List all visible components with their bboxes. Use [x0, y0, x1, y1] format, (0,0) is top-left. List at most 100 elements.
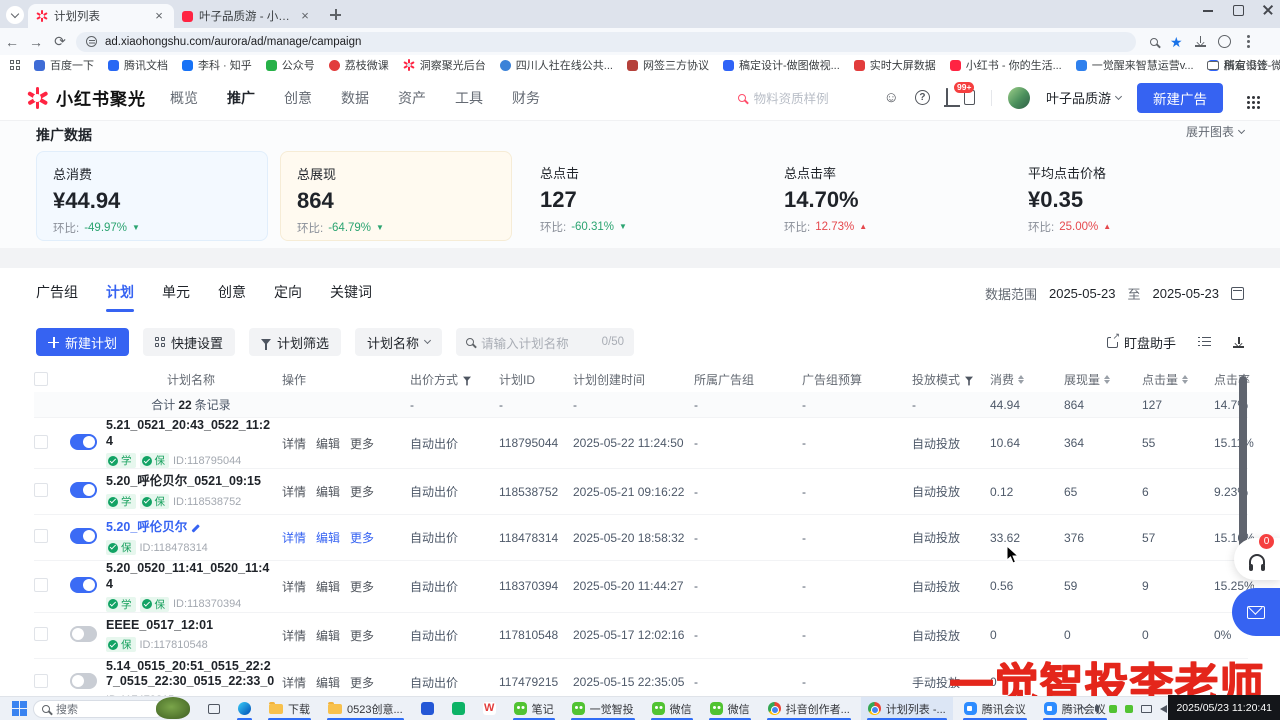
bookmark[interactable]: 公众号 [266, 57, 315, 73]
header-search[interactable]: 物料资质样例 [738, 88, 868, 107]
browser-tab-active[interactable]: 计划列表 × [28, 4, 174, 28]
quick-settings-button[interactable]: 快捷设置 [143, 328, 235, 356]
taskbar-edge[interactable] [231, 697, 258, 720]
action-edit[interactable]: 编辑 [316, 578, 340, 595]
profile-icon[interactable] [1218, 35, 1231, 48]
row-checkbox[interactable] [34, 483, 48, 497]
plan-name[interactable]: 5.20_呼伦贝尔_0521_09:15 [106, 474, 276, 490]
row-toggle-on[interactable] [70, 482, 97, 498]
row-checkbox[interactable] [34, 529, 48, 543]
col-bid[interactable]: 出价方式 [410, 371, 499, 388]
new-tab-button[interactable] [326, 5, 346, 25]
forward-button[interactable]: → [24, 34, 48, 50]
monitor-assistant-link[interactable]: 盯盘助手 [1107, 333, 1176, 352]
app-logo[interactable]: 小红书聚光 [26, 85, 146, 110]
download-icon[interactable] [1233, 337, 1244, 348]
back-button[interactable]: ← [0, 34, 24, 50]
microphone-icon[interactable] [1095, 705, 1099, 712]
filter-icon[interactable] [463, 377, 471, 382]
notification-bell-icon[interactable]: 99+ [946, 90, 948, 106]
row-toggle-off[interactable] [70, 626, 97, 642]
nav-assets[interactable]: 资产 [398, 88, 426, 108]
bookmark[interactable]: 百度一下 [34, 57, 94, 73]
sort-icon[interactable] [1182, 375, 1188, 384]
taskbar-clock[interactable]: 2025/05/23 11:20:41 [1168, 695, 1280, 720]
calendar-icon[interactable] [1231, 287, 1244, 300]
bookmark-star-icon[interactable]: ★ [1170, 35, 1183, 49]
sort-icon[interactable] [1018, 375, 1024, 384]
tab-close-icon[interactable]: × [298, 10, 312, 22]
feedback-smiley-icon[interactable]: ☺ [884, 90, 899, 106]
action-detail[interactable]: 详情 [282, 627, 306, 644]
taskbar-chrome-douyin[interactable]: 抖音创作者... [761, 697, 857, 720]
vertical-scrollbar[interactable] [1239, 376, 1247, 548]
account-menu[interactable]: 叶子品质游 [1046, 88, 1121, 107]
action-more[interactable]: 更多 [350, 483, 374, 500]
bookmark[interactable]: 实时大屏数据 [854, 57, 936, 73]
plan-name[interactable]: 5.21_0521_20:43_0522_11:24 [106, 418, 276, 449]
column-settings-icon[interactable] [1198, 337, 1211, 348]
bookmark[interactable]: 网签三方协议 [627, 57, 709, 73]
row-checkbox[interactable] [34, 578, 48, 592]
taskbar-wechat[interactable]: 微信 [703, 697, 757, 720]
all-bookmarks-button[interactable]: 所有书签 [1207, 57, 1268, 73]
row-checkbox[interactable] [34, 674, 48, 688]
message-button[interactable] [1232, 588, 1280, 636]
taskbar-folder[interactable]: 0523创意... [321, 697, 410, 720]
row-checkbox[interactable] [34, 435, 48, 449]
action-edit[interactable]: 编辑 [316, 483, 340, 500]
col-consume[interactable]: 消费 [990, 371, 1064, 388]
action-more[interactable]: 更多 [350, 627, 374, 644]
tab-keywords[interactable]: 关键词 [330, 282, 372, 312]
action-more[interactable]: 更多 [350, 578, 374, 595]
action-detail[interactable]: 详情 [282, 578, 306, 595]
tab-close-icon[interactable]: × [152, 10, 166, 22]
taskbar-chrome-active[interactable]: 计划列表 -... [861, 697, 953, 720]
volume-icon[interactable] [1160, 705, 1167, 713]
action-detail[interactable]: 详情 [282, 435, 306, 452]
tab-adgroup[interactable]: 广告组 [36, 282, 78, 312]
expand-chart-toggle[interactable]: 展开图表 [1186, 123, 1244, 140]
display-icon[interactable] [1141, 705, 1152, 713]
new-ad-button[interactable]: 新建广告 [1137, 83, 1223, 113]
action-detail[interactable]: 详情 [282, 674, 306, 691]
window-maximize-button[interactable] [1232, 4, 1244, 16]
taskbar-blue-app[interactable] [414, 697, 441, 720]
row-toggle-off[interactable] [70, 673, 97, 689]
date-from[interactable]: 2025-05-23 [1049, 286, 1116, 301]
wechat-tray-icon[interactable] [1125, 705, 1133, 713]
new-plan-button[interactable]: 新建计划 [36, 328, 129, 356]
taskbar-wechat-note[interactable]: 笔记 [507, 697, 561, 720]
taskbar-tencent-meeting[interactable]: 腾讯会议 [957, 697, 1033, 720]
select-all-checkbox[interactable] [34, 372, 48, 386]
action-detail[interactable]: 详情 [282, 529, 306, 546]
taskbar-wps[interactable]: W [476, 697, 503, 720]
wechat-tray-icon[interactable] [1109, 705, 1117, 713]
url-field[interactable]: ad.xiaohongshu.com/aurora/ad/manage/camp… [76, 32, 1136, 52]
col-impressions[interactable]: 展现量 [1064, 371, 1142, 388]
action-edit[interactable]: 编辑 [316, 435, 340, 452]
action-edit[interactable]: 编辑 [316, 529, 340, 546]
bookmark[interactable]: 荔枝微课 [329, 57, 389, 73]
taskbar-downloads-folder[interactable]: 下载 [262, 697, 317, 720]
col-mode[interactable]: 投放模式 [912, 371, 990, 388]
action-edit[interactable]: 编辑 [316, 674, 340, 691]
col-ctr[interactable]: 点击率 [1214, 371, 1254, 388]
tab-targeting[interactable]: 定向 [274, 282, 302, 312]
tab-unit[interactable]: 单元 [162, 282, 190, 312]
nav-overview[interactable]: 概览 [170, 88, 198, 108]
tab-plan[interactable]: 计划 [106, 282, 134, 312]
action-more[interactable]: 更多 [350, 529, 374, 546]
row-toggle-on[interactable] [70, 434, 97, 450]
plan-filter-button[interactable]: 计划筛选 [249, 328, 341, 356]
col-name[interactable]: 计划名称 [106, 371, 282, 388]
user-avatar[interactable] [1008, 87, 1030, 109]
nav-promotion[interactable]: 推广 [227, 88, 255, 108]
name-dropdown[interactable]: 计划名称 [355, 328, 442, 356]
col-clicks[interactable]: 点击量 [1142, 371, 1214, 388]
action-edit[interactable]: 编辑 [316, 627, 340, 644]
bookmark[interactable]: 稿定设计-做图做视... [723, 57, 840, 73]
bookmark[interactable]: 一觉醒来智慧运营v... [1076, 57, 1194, 73]
help-icon[interactable]: ? [915, 90, 930, 105]
filter-icon[interactable] [965, 377, 973, 382]
